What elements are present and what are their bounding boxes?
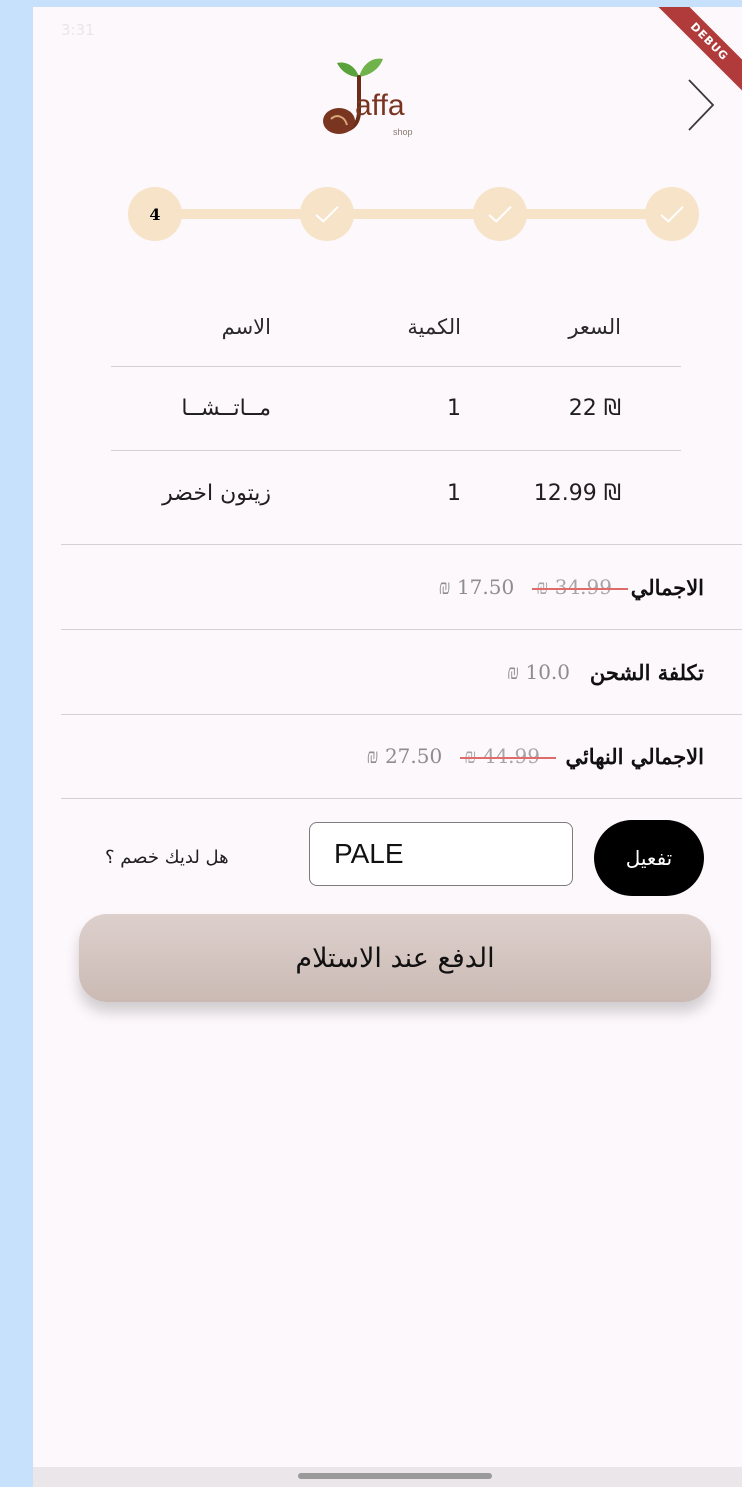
gesture-bar: [33, 1467, 742, 1487]
step-number: 4: [149, 204, 161, 224]
total-discounted: ₪ 27.50: [366, 744, 443, 768]
header-quantity: الكمية: [407, 314, 461, 339]
total-label: الاجمالي النهائي: [565, 744, 704, 769]
step-done: [645, 187, 699, 241]
subtotal-values: ₪ 17.50 ₪ 34.99: [438, 545, 628, 629]
coupon-question: هل لديك خصم ؟: [105, 847, 229, 868]
checkout-screen: 3:31 DEBUG affa shop 4 السعر الكمية الاس…: [33, 7, 742, 1487]
check-icon: [660, 205, 684, 223]
coupon-section: هل لديك خصم ؟ تفعيل: [33, 820, 742, 900]
order-table: السعر الكمية الاسم ₪ 22 1 مــاتــشــا ₪ …: [111, 287, 681, 535]
total-original: ₪ 44.99: [460, 744, 556, 768]
shipping-row: تكلفة الشحن ₪ 10.0: [61, 629, 742, 714]
order-summary: الاجمالي ₪ 17.50 ₪ 34.99 تكلفة الشحن ₪ 1…: [61, 544, 742, 799]
step-done: [300, 187, 354, 241]
status-bar: 3:31: [33, 19, 742, 47]
total-row: الاجمالي النهائي ₪ 27.50 ₪ 44.99: [61, 714, 742, 799]
home-handle[interactable]: [298, 1473, 492, 1479]
subtotal-row: الاجمالي ₪ 17.50 ₪ 34.99: [61, 544, 742, 629]
status-time: 3:31: [61, 21, 95, 39]
row-quantity: 1: [447, 480, 461, 506]
stepper-line: [156, 209, 678, 219]
check-icon: [488, 205, 512, 223]
logo-wordmark: affa: [355, 89, 405, 122]
row-price: ₪ 22: [568, 396, 621, 421]
step-current: 4: [128, 187, 182, 241]
next-arrow-icon[interactable]: [686, 77, 716, 133]
table-row: ₪ 22 1 مــاتــشــا: [111, 367, 681, 451]
shipping-value: ₪ 10.0: [506, 659, 570, 684]
logo-subtitle: shop: [393, 127, 413, 137]
check-icon: [315, 205, 339, 223]
row-price: ₪ 12.99: [533, 480, 621, 506]
header-name: الاسم: [221, 314, 271, 339]
shipping-value-wrap: ₪ 10.0: [507, 630, 570, 714]
cash-on-delivery-button[interactable]: الدفع عند الاستلام: [79, 914, 711, 1002]
row-name: زيتون اخضر: [162, 480, 271, 506]
checkout-stepper: 4: [128, 185, 706, 245]
row-quantity: 1: [447, 396, 461, 421]
header-price: السعر: [568, 314, 621, 339]
subtotal-original: ₪ 34.99: [532, 574, 628, 599]
row-name: مــاتــشــا: [181, 396, 271, 421]
coupon-code-input[interactable]: [309, 822, 573, 886]
step-done: [473, 187, 527, 241]
apply-coupon-button[interactable]: تفعيل: [594, 820, 704, 896]
table-row: ₪ 12.99 1 زيتون اخضر: [111, 451, 681, 535]
subtotal-discounted: ₪ 17.50: [438, 574, 515, 599]
table-header: السعر الكمية الاسم: [111, 287, 681, 367]
subtotal-label: الاجمالي: [630, 574, 704, 600]
total-values: ₪ 27.50 ₪ 44.99: [366, 715, 556, 798]
app-logo: affa shop: [315, 47, 425, 143]
shipping-label: تكلفة الشحن: [589, 659, 704, 685]
